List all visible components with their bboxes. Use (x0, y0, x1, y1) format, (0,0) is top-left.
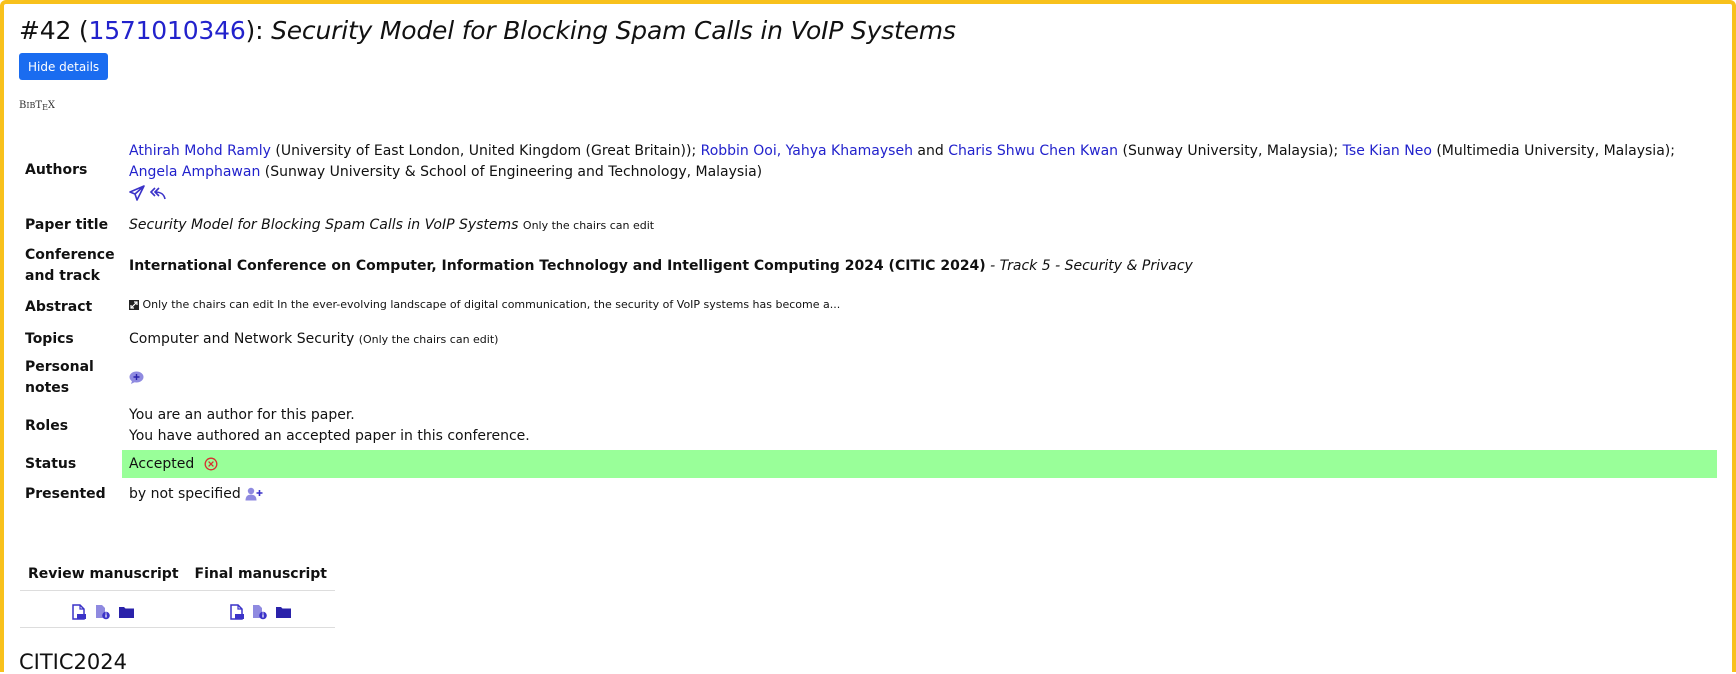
pdf-file-icon[interactable] (229, 603, 245, 620)
topics-edit-note: (Only the chairs can edit) (358, 332, 499, 346)
roles-line-1: You are an author for this paper. (129, 407, 355, 423)
status-badge: Accepted (129, 455, 195, 472)
conference-row: Conference and track International Confe… (20, 242, 1717, 290)
author-affiliation: (Sunway University, Malaysia); (1118, 143, 1343, 159)
roles-line-2: You have authored an accepted paper in t… (129, 428, 530, 444)
paper-title-edit-note: Only the chairs can edit (522, 218, 655, 232)
author-link[interactable]: Athirah Mohd Ramly (129, 143, 271, 159)
abstract-text: Only the chairs can edit In the ever-evo… (142, 297, 841, 311)
presented-value: by not specified (129, 485, 241, 502)
add-presenter-icon[interactable] (245, 487, 263, 501)
abstract-row: Abstract Only the chairs can edit In the… (20, 290, 1717, 324)
author-link[interactable]: Robbin Ooi, Yahya Khamayseh (701, 143, 913, 159)
paper-title-label: Paper title (25, 216, 109, 233)
send-icon[interactable] (129, 185, 145, 201)
topics-row: Topics Computer and Network Security (On… (20, 324, 1717, 354)
paper-number: #42 (19, 16, 72, 45)
roles-label: Roles (25, 417, 69, 434)
author-affiliation: (Multimedia University, Malaysia); (1431, 143, 1675, 159)
folder-icon[interactable] (117, 603, 135, 620)
authors-label: Authors (25, 161, 88, 178)
roles-row: Roles You are an author for this paper. … (20, 402, 1717, 450)
paper-title-row: Paper title Security Model for Blocking … (20, 208, 1717, 242)
file-info-icon[interactable] (94, 603, 110, 620)
paper-details-page: #42 (1571010346): Security Model for Blo… (19, 14, 1720, 674)
paper-title-heading: Security Model for Blocking Spam Calls i… (271, 16, 956, 45)
author-affiliation: and (912, 143, 949, 159)
author-link[interactable]: Angela Amphawan (129, 164, 260, 180)
author-affiliation: (Sunway University & School of Engineeri… (260, 164, 763, 180)
review-manuscript-header: Review manuscript (20, 562, 187, 591)
author-affiliation: (University of East London, United Kingd… (270, 143, 701, 159)
authors-value: Athirah Mohd Ramly (University of East L… (122, 132, 1717, 208)
bibtex-link[interactable]: BIBTEX (19, 100, 55, 112)
author-link[interactable]: Tse Kian Neo (1343, 143, 1432, 159)
review-manuscript-actions (20, 590, 187, 628)
personal-notes-label: Personal notes (25, 359, 94, 396)
final-manuscript-header: Final manuscript (186, 562, 335, 591)
add-note-icon[interactable] (129, 371, 144, 385)
conference-name: International Conference on Computer, In… (129, 257, 986, 274)
page-title: #42 (1571010346): Security Model for Blo… (19, 16, 956, 45)
expand-abstract-icon[interactable] (129, 299, 139, 310)
pdf-file-icon[interactable] (71, 603, 87, 620)
withdraw-icon[interactable] (203, 456, 219, 472)
conference-track: - Track 5 - Security & Privacy (985, 257, 1193, 274)
topics-label: Topics (25, 330, 74, 347)
personal-notes-row: Personal notes (20, 354, 1717, 402)
hide-details-button[interactable]: Hide details (19, 53, 109, 80)
topics-value: Computer and Network Security (129, 330, 355, 347)
file-info-icon[interactable] (252, 603, 268, 620)
paper-title-value: Security Model for Blocking Spam Calls i… (129, 216, 519, 233)
abstract-label: Abstract (25, 298, 93, 315)
status-row: Status Accepted (20, 450, 1717, 478)
authors-list: Athirah Mohd Ramly (University of East L… (129, 141, 1712, 183)
folder-icon[interactable] (275, 603, 293, 620)
author-link[interactable]: Charis Shwu Chen Kwan (948, 143, 1118, 159)
status-label: Status (25, 455, 77, 472)
reply-all-icon[interactable] (149, 185, 167, 201)
paper-details-table: Authors Athirah Mohd Ramly (University o… (20, 132, 1717, 510)
conference-section-title: CITIC2024 (19, 650, 127, 674)
presented-label: Presented (25, 485, 106, 502)
authors-row: Authors Athirah Mohd Ramly (University o… (20, 132, 1717, 208)
status-cell: Accepted (122, 450, 1717, 478)
paper-id-link[interactable]: 1571010346 (88, 16, 245, 45)
authors-actions (129, 183, 1712, 201)
conference-label: Conference and track (25, 247, 115, 284)
manuscripts-table: Review manuscript Final manuscript (20, 562, 335, 628)
final-manuscript-actions (186, 590, 335, 628)
presented-row: Presented by not specified (20, 478, 1717, 510)
